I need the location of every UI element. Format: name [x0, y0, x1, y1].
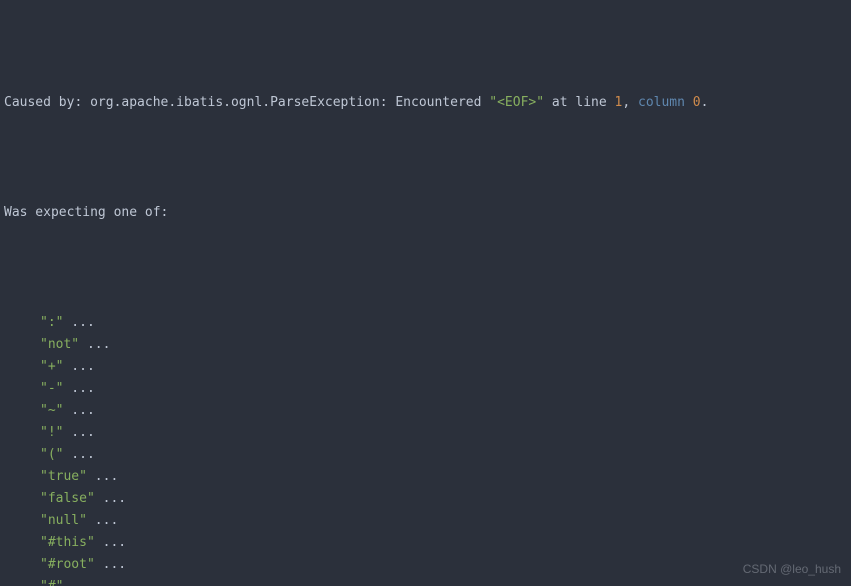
expected-token-row: "true" ...: [4, 466, 847, 488]
expected-token-quoted: "!": [40, 425, 63, 440]
expected-token-row: "!" ...: [4, 422, 847, 444]
expected-token-quoted: ":": [40, 315, 63, 330]
expected-token-quoted: "null": [40, 513, 87, 528]
expected-token-row: "~" ...: [4, 400, 847, 422]
header-sep-2: at line: [544, 95, 614, 110]
header-sep-4: [685, 95, 693, 110]
expected-token-quoted: "~": [40, 403, 63, 418]
expected-token-row: "+" ...: [4, 356, 847, 378]
ellipsis: ...: [63, 381, 94, 396]
ellipsis: ...: [63, 359, 94, 374]
expected-token-row: "not" ...: [4, 334, 847, 356]
expected-token-quoted: "false": [40, 491, 95, 506]
error-column-number: 0: [693, 95, 701, 110]
expected-tokens-list: ":" ..."not" ..."+" ..."-" ..."~" ..."!"…: [4, 312, 847, 586]
expected-token-row: "#root" ...: [4, 554, 847, 576]
header-sep-3: ,: [622, 95, 638, 110]
watermark-text: CSDN @leo_hush: [743, 558, 841, 580]
ellipsis: ...: [63, 403, 94, 418]
ellipsis: ...: [95, 535, 126, 550]
column-word: column: [638, 95, 685, 110]
error-header-line: Caused by: org.apache.ibatis.ognl.ParseE…: [4, 92, 847, 114]
ellipsis: ...: [95, 557, 126, 572]
ellipsis: ...: [63, 447, 94, 462]
expected-token-row: "#" ...: [4, 576, 847, 586]
ellipsis: ...: [87, 469, 118, 484]
ellipsis: ...: [63, 579, 94, 586]
expected-token-quoted: "#root": [40, 557, 95, 572]
expected-token-quoted: "(": [40, 447, 63, 462]
expected-token-quoted: "not": [40, 337, 79, 352]
expected-token-row: "null" ...: [4, 510, 847, 532]
caused-by-prefix: Caused by:: [4, 95, 90, 110]
exception-class: org.apache.ibatis.ognl.ParseException: [90, 95, 380, 110]
expected-token-quoted: "true": [40, 469, 87, 484]
expecting-header: Was expecting one of:: [4, 202, 847, 224]
expected-token-row: ":" ...: [4, 312, 847, 334]
expected-token-row: "-" ...: [4, 378, 847, 400]
expected-token-quoted: "-": [40, 381, 63, 396]
ellipsis: ...: [63, 425, 94, 440]
terminal-output: Caused by: org.apache.ibatis.ognl.ParseE…: [0, 0, 851, 586]
expected-token-row: "false" ...: [4, 488, 847, 510]
expected-token-quoted: "#": [40, 579, 63, 586]
expected-token-row: "(" ...: [4, 444, 847, 466]
ellipsis: ...: [79, 337, 110, 352]
ellipsis: ...: [87, 513, 118, 528]
ellipsis: ...: [63, 315, 94, 330]
encountered-token: "<EOF>": [489, 95, 544, 110]
header-sep-1: : Encountered: [380, 95, 490, 110]
expected-token-quoted: "#this": [40, 535, 95, 550]
expected-token-row: "#this" ...: [4, 532, 847, 554]
ellipsis: ...: [95, 491, 126, 506]
expected-token-quoted: "+": [40, 359, 63, 374]
header-end: .: [701, 95, 709, 110]
